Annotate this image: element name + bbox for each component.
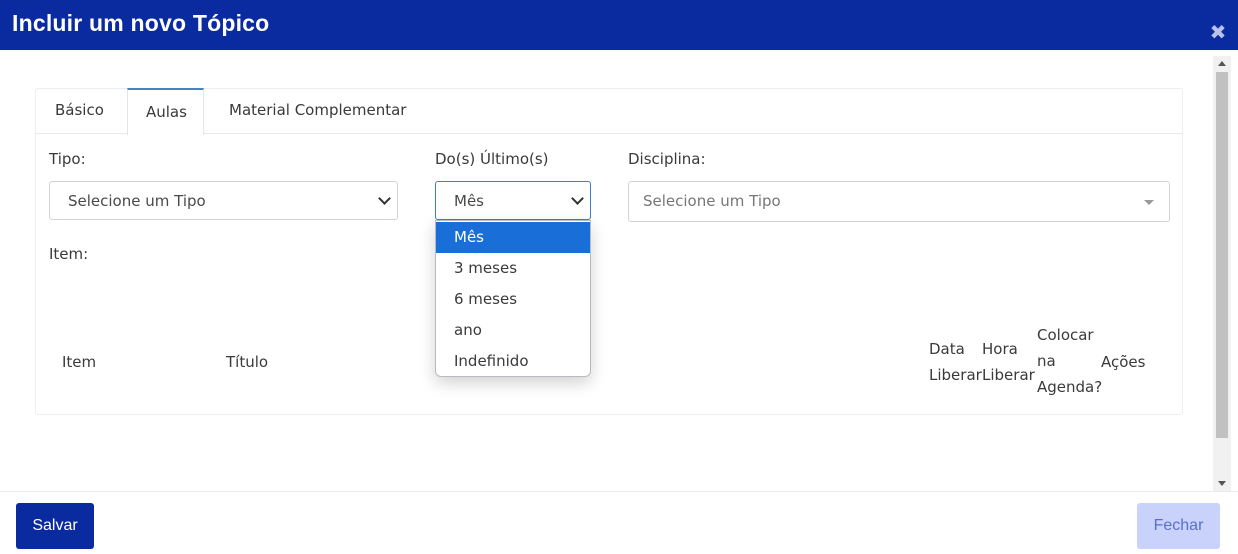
scrollbar[interactable]: [1213, 56, 1231, 491]
ultimo-select[interactable]: Mês: [435, 181, 591, 220]
column-header-item: Item: [62, 353, 97, 371]
option-6-meses[interactable]: 6 meses: [436, 284, 590, 315]
tab-material-complementar[interactable]: Material Complementar: [229, 88, 406, 134]
modal-title: Incluir um novo Tópico: [12, 10, 270, 36]
item-label: Item:: [49, 245, 89, 263]
option-mes[interactable]: Mês: [436, 222, 590, 253]
tipo-label: Tipo:: [49, 150, 86, 168]
option-3-meses[interactable]: 3 meses: [436, 253, 590, 284]
tipo-select-value: Selecione um Tipo: [68, 192, 206, 210]
chevron-down-icon: [572, 194, 583, 205]
ultimo-dropdown-list: Mês 3 meses 6 meses ano Indefinido: [435, 220, 591, 377]
modal-header: Incluir um novo Tópico ✖: [0, 0, 1238, 50]
disciplina-label: Disciplina:: [628, 150, 706, 168]
caret-down-icon: [1144, 200, 1154, 205]
scroll-down-icon[interactable]: [1218, 481, 1226, 486]
disciplina-select[interactable]: Selecione um Tipo: [628, 181, 1170, 222]
close-button[interactable]: Fechar: [1137, 503, 1220, 549]
save-button[interactable]: Salvar: [16, 503, 94, 549]
column-header-titulo: Título: [226, 353, 269, 371]
tab-aulas[interactable]: Aulas: [127, 88, 204, 135]
column-header-colocar-agenda: Colocar na Agenda?: [1037, 326, 1103, 396]
option-ano[interactable]: ano: [436, 315, 590, 346]
column-header-acoes: Ações: [1101, 353, 1146, 371]
close-icon[interactable]: ✖: [1208, 22, 1228, 42]
column-header-data-liberar: Data Liberar: [929, 340, 982, 384]
column-header-hora-liberar: Hora Liberar: [982, 340, 1035, 384]
tipo-select[interactable]: Selecione um Tipo: [49, 181, 398, 220]
chevron-down-icon: [379, 194, 390, 205]
option-indefinido[interactable]: Indefinido: [436, 346, 590, 376]
ultimo-label: Do(s) Último(s): [435, 150, 549, 168]
scrollbar-thumb[interactable]: [1216, 72, 1228, 438]
tab-bar: Básico Aulas Material Complementar: [36, 88, 1182, 135]
disciplina-placeholder: Selecione um Tipo: [643, 192, 781, 210]
ultimo-select-value: Mês: [454, 192, 484, 210]
modal-footer: [0, 491, 1238, 554]
scroll-up-icon[interactable]: [1218, 61, 1226, 66]
tab-basico[interactable]: Básico: [55, 88, 104, 134]
